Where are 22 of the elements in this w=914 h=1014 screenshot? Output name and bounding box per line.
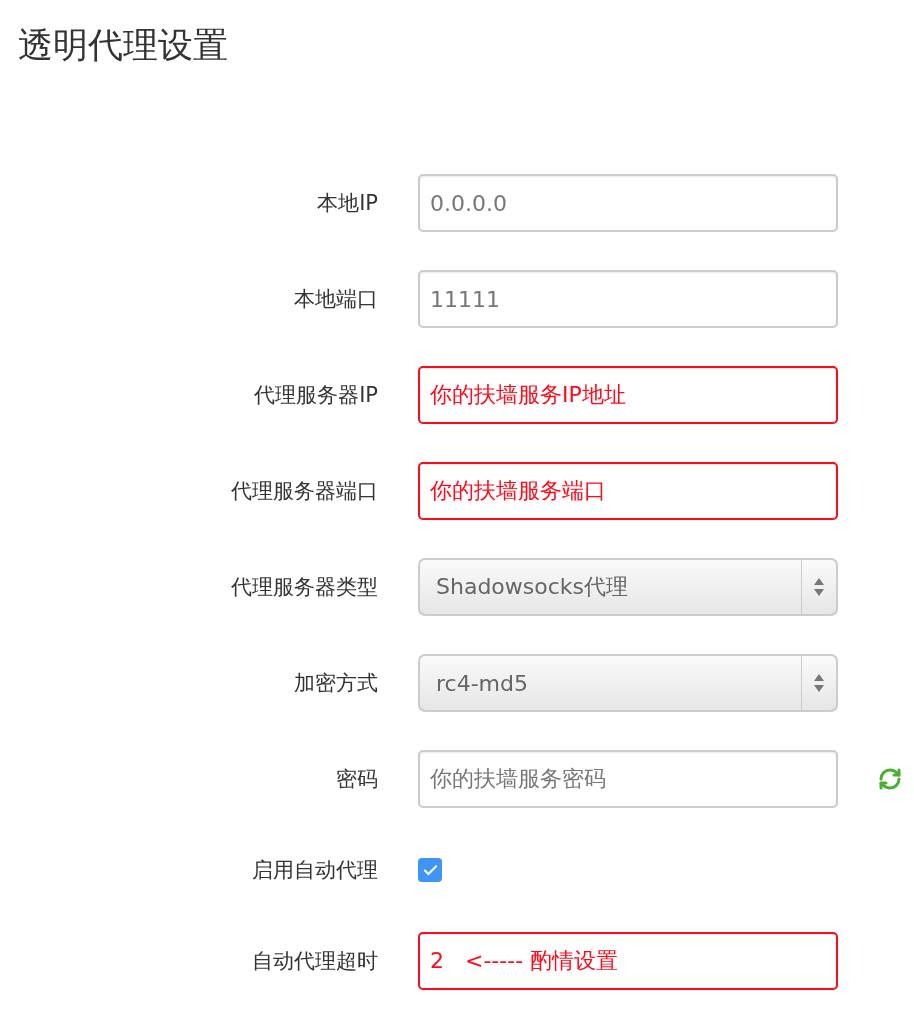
field-label: 加密方式	[294, 670, 378, 697]
field-label: 代理服务器IP	[254, 382, 378, 409]
input-field[interactable]: 你的扶墙服务密码	[418, 750, 838, 808]
checkbox[interactable]	[418, 858, 442, 882]
field-label: 自动代理超时	[252, 948, 378, 975]
field-label: 密码	[336, 766, 378, 793]
input-field[interactable]: 你的扶墙服务IP地址	[418, 366, 838, 424]
field-label: 本地IP	[317, 190, 378, 217]
up-down-arrows-icon	[813, 576, 825, 598]
field-label: 本地端口	[294, 286, 378, 313]
input-field[interactable]: 你的扶墙服务端口	[418, 462, 838, 520]
field-label: 启用自动代理	[252, 857, 378, 884]
refresh-icon[interactable]	[878, 767, 902, 791]
field-label: 代理服务器端口	[231, 478, 378, 505]
up-down-arrows-icon	[813, 672, 825, 694]
select-field[interactable]: rc4-md5	[418, 654, 838, 712]
field-label: 代理服务器类型	[231, 574, 378, 601]
input-field[interactable]: 11111	[418, 270, 838, 328]
input-field[interactable]: 0.0.0.0	[418, 174, 838, 232]
select-field[interactable]: Shadowsocks代理	[418, 558, 838, 616]
input-field[interactable]: 2 <----- 酌情设置	[418, 932, 838, 990]
page-title: 透明代理设置	[18, 24, 229, 67]
